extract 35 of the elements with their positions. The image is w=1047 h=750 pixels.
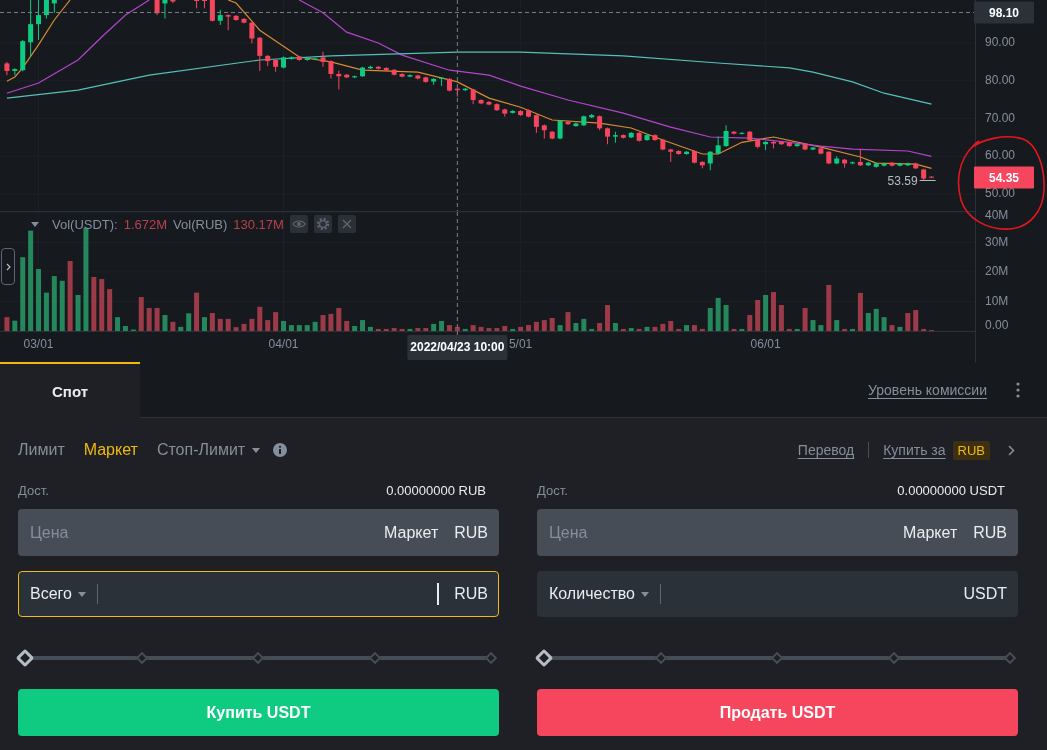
currency-badge: RUB	[952, 440, 990, 460]
currency-label: RUB	[973, 523, 1007, 542]
axis-label: 50.00	[985, 186, 1016, 201]
available-label: Дост.	[537, 482, 568, 498]
order-mode-label: Маркет	[384, 523, 439, 542]
annotation: 53.59	[887, 173, 918, 188]
crosshair-time-tag: 2022/04/23 10:00	[407, 335, 508, 360]
legend-label: Vol(RUB)	[173, 216, 228, 232]
available-label: Дост.	[18, 482, 49, 498]
axis-label: 70.00	[985, 110, 1016, 125]
currency-label: USDT	[963, 585, 1007, 603]
axis-label: 40M	[985, 208, 1009, 223]
available-balance: 0.00000000 USDT	[897, 482, 1005, 498]
crosshair-price-tag: 98.10	[974, 1, 1034, 24]
legend-label: Vol(USDT):	[52, 216, 118, 232]
currency-label: RUB	[454, 523, 488, 542]
date-label: 06/01	[750, 337, 781, 352]
axis-label: 20M	[985, 264, 1009, 279]
axis-label: 80.00	[985, 72, 1016, 87]
available-balance: 0.00000000 RUB	[386, 482, 486, 498]
axis-label: 60.00	[985, 148, 1016, 163]
axis-label: 0.00	[985, 318, 1009, 333]
date-label: 03/01	[23, 337, 54, 352]
order-mode-label: Маркет	[903, 523, 958, 542]
axis-label: 30M	[985, 234, 1009, 249]
legend-value: 130.17M	[233, 216, 284, 232]
axis-label: 90.00	[985, 35, 1016, 50]
currency-label: RUB	[454, 585, 488, 603]
legend-value: 1.672M	[123, 216, 168, 232]
axis-label: 10M	[985, 293, 1009, 308]
ref-line-label: 2022/04/23 10:00	[410, 340, 505, 355]
date-label: 5/01	[508, 337, 533, 352]
ref-line-label: 98.10	[988, 5, 1020, 20]
last-price-tag: 54.35	[974, 166, 1034, 189]
date-label: 04/01	[268, 337, 299, 352]
